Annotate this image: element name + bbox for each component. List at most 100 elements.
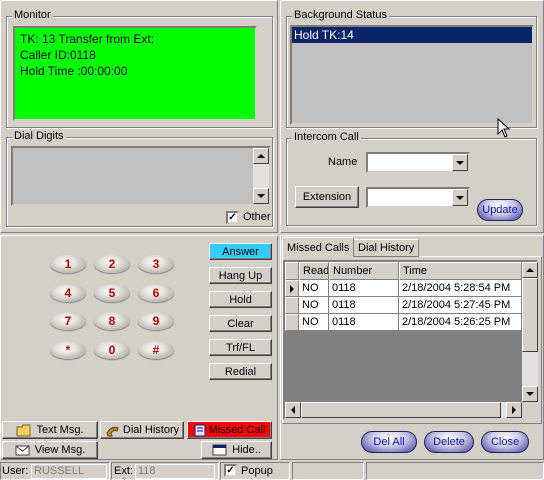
grid-horizontal-scrollbar[interactable] xyxy=(285,402,522,418)
extension-combobox[interactable] xyxy=(366,187,470,208)
folder-icon xyxy=(16,424,31,436)
dial-key-star[interactable]: * xyxy=(50,341,86,359)
cell-time[interactable]: 2/18/2004 5:27:45 PM xyxy=(399,297,522,314)
background-status-item-selected[interactable]: Hold TK:14 xyxy=(292,27,532,43)
cell-read[interactable]: NO xyxy=(299,297,329,314)
hold-button[interactable]: Hold xyxy=(209,291,272,308)
popup-checkbox[interactable]: ✓ xyxy=(224,464,237,477)
redial-button[interactable]: Redial xyxy=(209,363,272,380)
hide-label: Hide.. xyxy=(232,444,261,456)
background-status-title: Background Status xyxy=(292,9,389,21)
status-pane-empty-2 xyxy=(366,462,544,480)
user-field: RUSSELL xyxy=(31,464,107,479)
notebook-icon xyxy=(194,424,206,436)
scroll-down-button[interactable] xyxy=(522,386,538,402)
column-header-read[interactable]: Read xyxy=(299,262,329,280)
status-bar: User: RUSSELL Ext: 118 ✓ Popup xyxy=(0,461,544,480)
user-label: User: xyxy=(2,465,29,477)
phone-icon xyxy=(106,426,119,436)
name-label: Name xyxy=(328,156,358,168)
dial-digits-field[interactable] xyxy=(11,146,271,206)
scroll-down-button[interactable] xyxy=(253,188,269,204)
other-checkbox[interactable]: ✓ xyxy=(226,211,239,224)
scroll-up-button[interactable] xyxy=(522,262,538,278)
answer-button[interactable]: Answer xyxy=(209,243,272,260)
ext-field: 118 xyxy=(135,464,215,479)
clear-button[interactable]: Clear xyxy=(209,315,272,332)
row-indicator[interactable] xyxy=(285,280,299,297)
current-row-icon xyxy=(290,284,294,293)
dial-key-1[interactable]: 1 xyxy=(50,255,86,273)
scroll-up-button[interactable] xyxy=(253,148,269,164)
delete-button[interactable]: Delete xyxy=(424,431,474,453)
popup-label: Popup xyxy=(241,465,273,477)
view-msg-label: View Msg. xyxy=(34,444,86,456)
background-status-list[interactable]: Hold TK:14 xyxy=(290,25,534,125)
text-msg-label: Text Msg. xyxy=(36,424,84,436)
cell-time[interactable]: 2/18/2004 5:26:25 PM xyxy=(399,314,522,331)
monitor-line-caller-id: Caller ID:0118 xyxy=(20,48,96,62)
other-label: Other xyxy=(243,211,271,223)
dial-key-0[interactable]: 0 xyxy=(94,341,130,359)
grid-corner xyxy=(285,262,299,280)
hangup-button[interactable]: Hang Up xyxy=(209,267,272,284)
cell-read[interactable]: NO xyxy=(299,314,329,331)
mouse-cursor-icon xyxy=(497,118,511,138)
dial-digits-title: Dial Digits xyxy=(12,130,66,142)
missed-calls-grid[interactable]: Read Number Time NO 0118 2/18/2004 5:28:… xyxy=(283,260,538,420)
del-all-button[interactable]: Del All xyxy=(361,431,417,453)
transfer-button[interactable]: Trf/FL xyxy=(209,339,272,356)
tab-dial-history[interactable]: Dial History xyxy=(353,239,420,257)
scroll-left-button[interactable] xyxy=(285,402,301,418)
intercom-title: Intercom Call xyxy=(292,131,361,143)
cell-read[interactable]: NO xyxy=(299,280,329,297)
window-icon xyxy=(212,444,227,455)
hide-button[interactable]: Hide.. xyxy=(201,441,272,459)
chevron-down-icon[interactable] xyxy=(452,154,468,171)
dial-digits-scrollbar[interactable] xyxy=(253,148,269,204)
dial-key-7[interactable]: 7 xyxy=(50,312,86,330)
missed-call-label: Missed Call xyxy=(208,424,266,436)
scroll-right-button[interactable] xyxy=(506,402,522,418)
dial-key-2[interactable]: 2 xyxy=(94,255,130,273)
close-button[interactable]: Close xyxy=(481,431,529,453)
scroll-thumb[interactable] xyxy=(522,278,538,352)
cell-number[interactable]: 0118 xyxy=(329,297,399,314)
dial-key-hash[interactable]: # xyxy=(138,341,174,359)
cell-number[interactable]: 0118 xyxy=(329,280,399,297)
column-header-time[interactable]: Time xyxy=(399,262,522,280)
row-indicator[interactable] xyxy=(285,314,299,331)
monitor-line-hold-time: Hold Time :00:00:00 xyxy=(20,64,128,78)
ext-value: 118 xyxy=(138,465,156,477)
dial-history-label: Dial History xyxy=(122,424,180,436)
cell-number[interactable]: 0118 xyxy=(329,314,399,331)
dial-history-button[interactable]: Dial History xyxy=(100,421,184,439)
grid-vertical-scrollbar[interactable] xyxy=(522,262,538,402)
envelope-icon xyxy=(15,445,30,455)
row-indicator[interactable] xyxy=(285,297,299,314)
text-msg-button[interactable]: Text Msg. xyxy=(2,421,98,439)
status-pane-empty-1 xyxy=(292,462,364,480)
user-value: RUSSELL xyxy=(34,465,85,477)
dial-key-6[interactable]: 6 xyxy=(138,284,174,302)
view-msg-button[interactable]: View Msg. xyxy=(2,441,98,459)
ext-label: Ext: xyxy=(114,465,133,477)
dial-key-3[interactable]: 3 xyxy=(138,255,174,273)
chevron-down-icon[interactable] xyxy=(452,189,468,206)
monitor-display: TK: 13 Transfer from Ext: Caller ID:0118… xyxy=(13,26,257,121)
name-combobox[interactable] xyxy=(366,152,470,173)
monitor-line-trunk: TK: 13 Transfer from Ext: xyxy=(20,32,155,46)
extension-button[interactable]: Extension xyxy=(295,186,359,208)
column-header-number[interactable]: Number xyxy=(329,262,399,280)
update-button[interactable]: Update xyxy=(477,199,523,221)
cell-time[interactable]: 2/18/2004 5:28:54 PM xyxy=(399,280,522,297)
dial-key-8[interactable]: 8 xyxy=(94,312,130,330)
dial-key-5[interactable]: 5 xyxy=(94,284,130,302)
scroll-thumb[interactable] xyxy=(301,402,501,418)
monitor-title: Monitor xyxy=(12,9,53,21)
missed-call-button[interactable]: Missed Call xyxy=(187,421,272,439)
scroll-corner xyxy=(522,402,538,418)
dial-key-4[interactable]: 4 xyxy=(50,284,86,302)
tab-missed-calls[interactable]: Missed Calls xyxy=(282,237,355,257)
dial-key-9[interactable]: 9 xyxy=(138,312,174,330)
